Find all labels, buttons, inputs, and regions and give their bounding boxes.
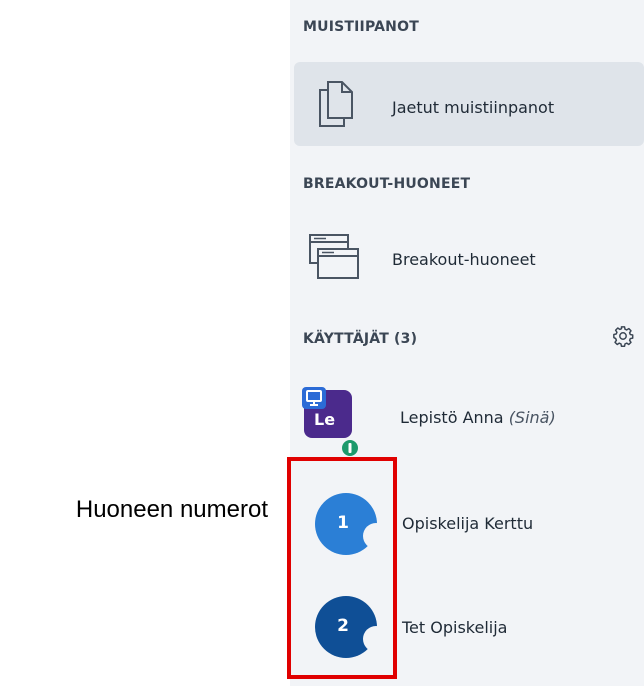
- shared-notes-label: Jaetut muistiinpanot: [392, 98, 555, 117]
- documents-icon: [316, 80, 356, 128]
- annotation-label: Huoneen numerot: [75, 496, 268, 523]
- gear-icon[interactable]: [612, 325, 634, 347]
- user-name: Lepistö Anna (Sinä): [400, 408, 556, 427]
- user-self-suffix: (Sinä): [508, 408, 556, 427]
- room-numbers-highlight: [287, 457, 397, 679]
- presenter-icon: [302, 387, 326, 409]
- user-name: Opiskelija Kerttu: [402, 514, 534, 533]
- user-name: Tet Opiskelija: [402, 618, 508, 637]
- breakout-section-title: BREAKOUT-HUONEET: [303, 176, 471, 192]
- users-section-title: KÄYTTÄJÄT (3): [303, 331, 418, 347]
- moderator-icon: [340, 438, 360, 458]
- notes-section-title: MUISTIIPANOT: [303, 19, 419, 35]
- user-name-text: Lepistö Anna: [400, 408, 504, 427]
- breakout-rooms-label: Breakout-huoneet: [392, 250, 536, 269]
- windows-icon: [308, 232, 360, 280]
- avatar-initials: Le: [314, 410, 336, 429]
